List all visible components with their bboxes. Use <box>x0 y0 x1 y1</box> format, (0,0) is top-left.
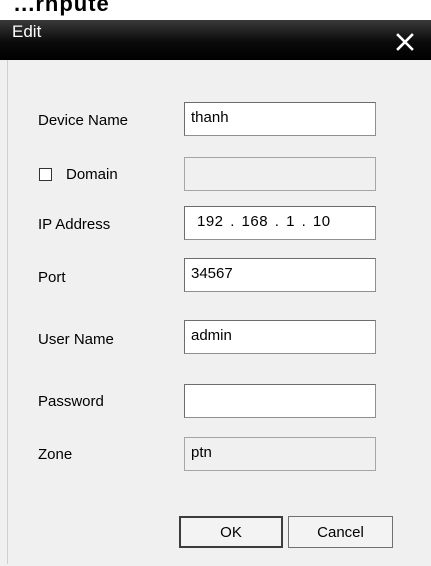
user-name-input[interactable]: admin <box>184 320 376 354</box>
dialog-content: Device Name thanh Domain IP Address 192.… <box>7 60 430 564</box>
port-label: Port <box>38 269 66 286</box>
ip-dot: . <box>301 213 307 230</box>
password-input[interactable] <box>184 384 376 418</box>
ip-octet-3[interactable]: 1 <box>286 213 295 230</box>
zone-label: Zone <box>38 446 73 463</box>
domain-input[interactable] <box>184 157 376 191</box>
close-icon <box>396 33 414 51</box>
ip-octet-2[interactable]: 168 <box>242 213 269 230</box>
title-bar[interactable]: Edit <box>0 20 431 60</box>
background-window-text: ...rnpute <box>14 0 110 16</box>
device-name-label: Device Name <box>38 112 129 129</box>
ip-dot: . <box>230 213 235 230</box>
cancel-button[interactable]: Cancel <box>288 516 393 548</box>
zone-input[interactable]: ptn <box>184 437 376 471</box>
ip-octet-1[interactable]: 192 <box>197 213 224 230</box>
port-input[interactable]: 34567 <box>184 258 376 292</box>
ok-button[interactable]: OK <box>179 516 283 548</box>
edit-dialog: Edit Device Name thanh Domain IP Address… <box>0 20 431 566</box>
domain-label: Domain <box>66 166 118 183</box>
ip-dot: . <box>274 213 280 230</box>
background-window-strip: ...rnpute <box>0 0 431 20</box>
password-label: Password <box>38 393 104 410</box>
dialog-title: Edit <box>12 22 42 41</box>
close-button[interactable] <box>388 26 422 56</box>
device-name-input[interactable]: thanh <box>184 102 376 136</box>
user-name-label: User Name <box>38 331 114 348</box>
ip-octet-4[interactable]: 10 <box>313 213 331 230</box>
ip-address-label: IP Address <box>38 216 111 233</box>
domain-checkbox[interactable] <box>39 168 52 181</box>
ip-address-input[interactable]: 192. 168. 1. 10 <box>184 206 376 240</box>
